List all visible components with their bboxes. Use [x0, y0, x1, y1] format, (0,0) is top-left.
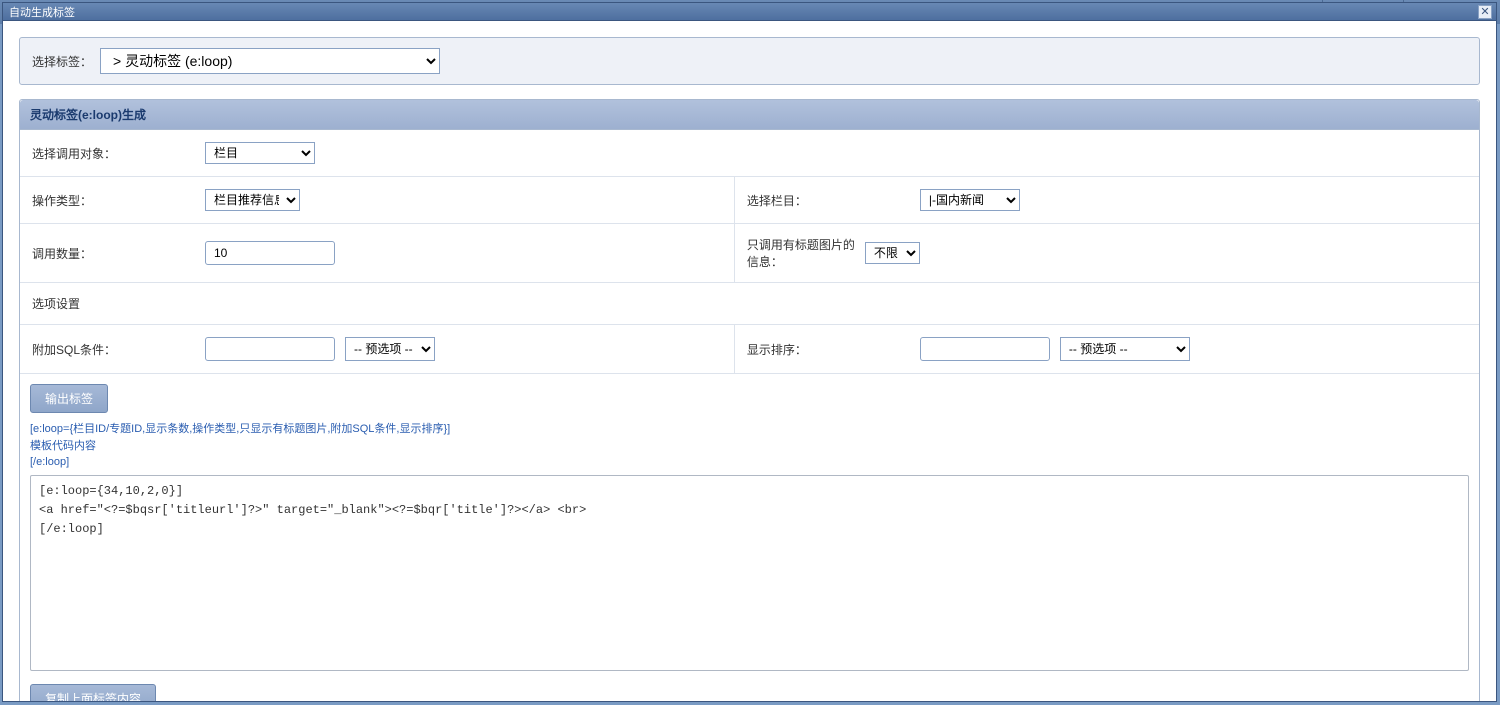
help-line-3: [/e:loop] — [30, 454, 1469, 471]
onlypic-select[interactable]: 不限 — [865, 242, 920, 264]
optype-select[interactable]: 栏目推荐信息 — [205, 189, 300, 211]
tag-selector-panel: 选择标签： > 灵动标签 (e:loop) — [19, 37, 1480, 85]
generator-section: 灵动标签(e:loop)生成 选择调用对象： 栏目 操作类型： 栏目推荐信息 — [19, 99, 1480, 701]
order-preselect[interactable]: -- 预选项 -- — [1060, 337, 1190, 361]
output-block: 输出标签 [e:loop={栏目ID/专题ID,显示条数,操作类型,只显示有标题… — [20, 374, 1479, 701]
section-header: 灵动标签(e:loop)生成 — [20, 100, 1479, 130]
dialog-titlebar: 自动生成标签 ✕ — [3, 3, 1496, 21]
sql-input[interactable] — [205, 337, 335, 361]
count-input[interactable] — [205, 241, 335, 265]
close-icon[interactable]: ✕ — [1478, 5, 1492, 19]
target-label: 选择调用对象： — [30, 145, 195, 162]
dialog-window: 自动生成标签 ✕ 选择标签： > 灵动标签 (e:loop) 灵动标签(e:lo… — [2, 2, 1497, 702]
optype-label: 操作类型： — [30, 192, 195, 209]
help-text: [e:loop={栏目ID/专题ID,显示条数,操作类型,只显示有标题图片,附加… — [30, 421, 1469, 471]
order-label: 显示排序： — [745, 341, 910, 358]
order-input[interactable] — [920, 337, 1050, 361]
target-select[interactable]: 栏目 — [205, 142, 315, 164]
onlypic-label: 只调用有标题图片的信息： — [745, 236, 855, 270]
code-output[interactable] — [30, 475, 1469, 671]
count-label: 调用数量： — [30, 245, 195, 262]
column-select[interactable]: |-国内新闻 — [920, 189, 1020, 211]
column-label: 选择栏目： — [745, 192, 910, 209]
help-line-2: 模板代码内容 — [30, 438, 1469, 455]
options-header: 选项设置 — [30, 295, 195, 312]
help-line-1: [e:loop={栏目ID/专题ID,显示条数,操作类型,只显示有标题图片,附加… — [30, 421, 1469, 438]
output-button[interactable]: 输出标签 — [30, 384, 108, 413]
tag-selector-label: 选择标签： — [32, 53, 92, 70]
copy-button[interactable]: 复制上面标签内容 — [30, 684, 156, 702]
tag-select[interactable]: > 灵动标签 (e:loop) — [100, 48, 440, 74]
sql-preselect[interactable]: -- 预选项 -- — [345, 337, 435, 361]
dialog-content: 选择标签： > 灵动标签 (e:loop) 灵动标签(e:loop)生成 选择调… — [3, 21, 1496, 701]
sql-label: 附加SQL条件： — [30, 341, 195, 358]
dialog-title: 自动生成标签 — [9, 4, 75, 20]
